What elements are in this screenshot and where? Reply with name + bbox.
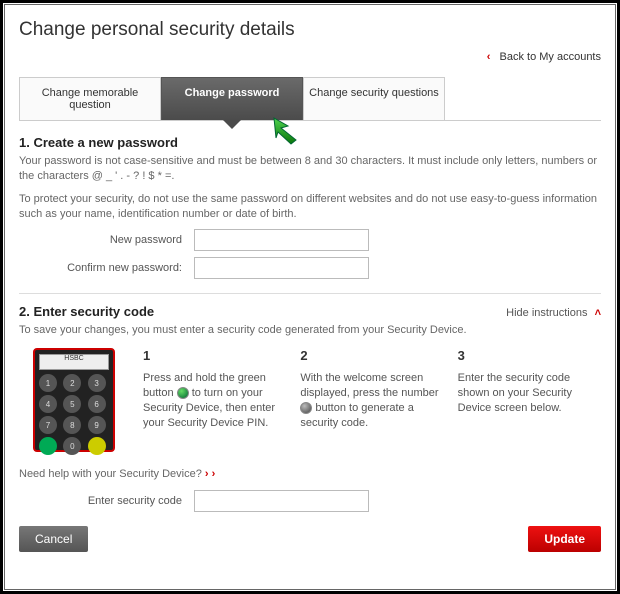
security-code-intro: To save your changes, you must enter a s… [19,323,601,338]
new-password-label: New password [19,234,194,246]
step2-text: With the welcome screen displayed, press… [300,371,443,430]
device-green-button-icon [39,437,57,455]
confirm-password-input[interactable] [194,257,369,279]
tabs: Change memorable question Change passwor… [19,77,601,121]
help-label: Need help with your Security Device? [19,468,202,480]
confirm-password-label: Confirm new password: [19,262,194,274]
update-button[interactable]: Update [528,526,601,552]
chevron-left-icon: ‹ [487,51,491,63]
chevron-right-icon: › › [205,468,215,480]
step3-number: 3 [458,348,601,363]
step1-text: Press and hold the green button to turn … [143,371,286,430]
step2-number: 2 [300,348,443,363]
password-advice-text: To protect your security, do not use the… [19,192,601,222]
tab-memorable-question[interactable]: Change memorable question [19,77,161,120]
security-device-help-link[interactable]: Need help with your Security Device? › › [19,468,601,480]
password-rules-text: Your password is not case-sensitive and … [19,154,601,184]
section2-heading: 2. Enter security code [19,304,154,319]
step3-text: Enter the security code shown on your Se… [458,371,601,416]
green-button-icon [177,387,189,399]
security-code-input[interactable] [194,490,369,512]
number-button-icon [300,402,312,414]
collapse-icon: ˄ [595,307,601,319]
tab-security-questions[interactable]: Change security questions [303,77,445,120]
new-password-input[interactable] [194,229,369,251]
section-divider [19,293,601,294]
back-to-accounts-link[interactable]: ‹ Back to My accounts [19,51,601,63]
security-code-label: Enter security code [19,495,194,507]
tab-change-password[interactable]: Change password [161,77,303,120]
device-screen: HSBC [39,354,109,370]
back-label: Back to My accounts [500,51,602,63]
hide-instructions-label: Hide instructions [506,307,587,319]
device-yellow-button-icon [88,437,106,455]
step1-number: 1 [143,348,286,363]
security-device-illustration: HSBC 123 456 789 0 [19,348,129,452]
page-title: Change personal security details [19,19,601,41]
cancel-button[interactable]: Cancel [19,526,88,552]
section1-heading: 1. Create a new password [19,135,601,150]
hide-instructions-link[interactable]: Hide instructions ˄ [506,307,601,319]
